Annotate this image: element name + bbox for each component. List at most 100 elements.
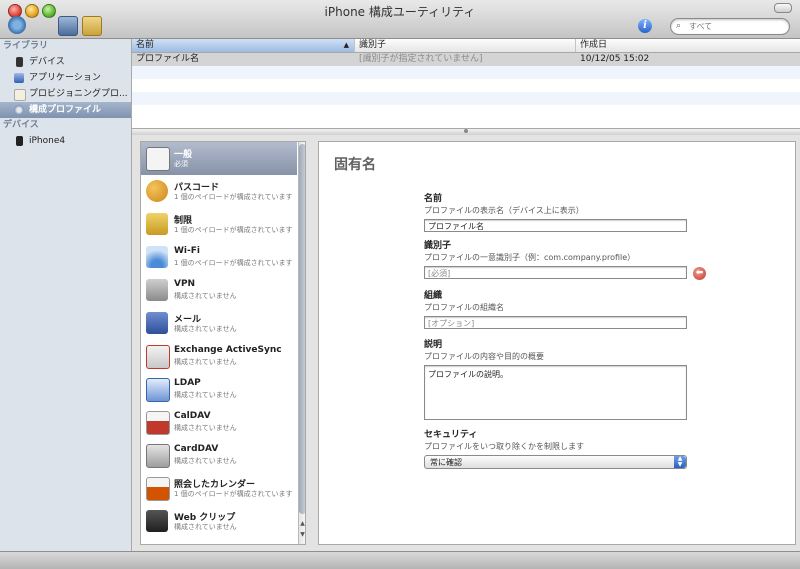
empty-row [132,66,800,79]
field-label: 組織 [424,291,443,301]
payload-item-general[interactable]: 一般 必須 [141,142,297,175]
payload-item-mail[interactable]: メール 構成されていません [141,307,297,340]
sidebar-item-devices[interactable]: デバイス [0,54,131,70]
exchange-icon [146,345,170,369]
payload-title: Wi-Fi [174,246,200,256]
scroll-up-arrow-icon[interactable]: ▲ [299,520,305,530]
search-input[interactable] [689,20,784,32]
library-header: ライブラリ [3,41,49,51]
payload-status: 1 個のペイロードが構成されています [174,490,293,498]
caldav-icon [146,411,170,435]
field-label: 説明 [424,340,443,350]
empty-row [132,105,800,118]
payload-item-exchange[interactable]: Exchange ActiveSync 構成されていません [141,340,297,373]
mail-icon [146,312,168,334]
device-icon [16,57,23,67]
search-icon: ⌕ [676,21,682,31]
payload-list-scrollbar[interactable]: ▲ ▼ [298,142,305,544]
select-value: 常に確認 [430,458,462,467]
payload-title: LDAP [174,378,201,388]
empty-row [132,79,800,92]
name-input[interactable]: プロファイル名 [424,219,687,232]
payload-status: 構成されていません [174,457,237,465]
source-list: ライブラリ デバイス アプリケーション プロビジョニングプロ... 構成プロファ… [0,39,132,551]
empty-row [132,92,800,105]
column-header-name[interactable]: 名前 ▲ [132,39,355,52]
toolbar-toggle-button[interactable] [774,3,792,13]
sort-ascending-icon: ▲ [343,41,349,49]
payload-status: 構成されていません [174,523,237,531]
application-icon[interactable] [58,16,78,36]
field-description: プロファイルをいつ取り除くかを制限します [424,442,584,451]
payload-item-restrictions[interactable]: 制限 1 個のペイロードが構成されています [141,208,297,241]
iphone-icon [16,136,23,146]
vpn-icon [146,279,168,301]
payload-item-vpn[interactable]: VPN 構成されていません [141,274,297,307]
scrollbar-thumb[interactable] [299,144,305,514]
profile-editor: 一般 必須 パスコード 1 個のペイロードが構成されています 制限 1 個のペイ… [132,135,800,551]
payload-title: CardDAV [174,444,219,454]
gear-icon[interactable] [8,16,26,34]
sidebar-item-label: デバイス [29,57,65,67]
app-window: iPhone 構成ユーティリティ i ⌕ ライブラリ デバイス アプリケーション… [0,0,800,569]
field-description: プロファイルの組織名 [424,303,504,312]
lock-icon [146,213,168,235]
field-description: プロファイルの一意識別子（例：com.company.profile） [424,253,636,262]
field-label: セキュリティ [424,430,478,440]
section-title: 固有名 [334,157,376,173]
payload-item-ldap[interactable]: LDAP 構成されていません [141,373,297,406]
bottom-bar [0,551,800,569]
payload-list: 一般 必須 パスコード 1 個のペイロードが構成されています 制限 1 個のペイ… [140,141,306,545]
scroll-down-arrow-icon[interactable]: ▼ [299,531,305,541]
column-label: 名前 [136,40,155,50]
sidebar-item-iphone4[interactable]: iPhone4 [0,133,131,149]
identifier-input[interactable]: [必須] [424,266,687,279]
profiles-table: 名前 ▲ 識別子 作成日 プロファイル名 [識別子が指定されていません] 10/… [132,39,800,128]
provisioning-icon[interactable] [82,16,102,36]
sidebar-item-label: 構成プロファイル [29,105,102,115]
webclip-icon [146,510,168,532]
cell-created: 10/12/05 15:02 [580,54,650,64]
organization-input[interactable]: [オプション] [424,316,687,329]
info-icon[interactable]: i [638,19,652,33]
payload-status: 構成されていません [174,358,237,366]
field-label: 識別子 [424,241,452,251]
payload-item-caldav[interactable]: CalDAV 構成されていません [141,406,297,439]
table-body: プロファイル名 [識別子が指定されていません] 10/12/05 15:02 [132,53,800,118]
payload-title: Exchange ActiveSync [174,345,282,355]
sidebar-item-applications[interactable]: アプリケーション [0,70,131,86]
cell-identifier: [識別子が指定されていません] [359,54,483,64]
payload-title: CalDAV [174,411,211,421]
payload-status: 1 個のペイロードが構成されています [174,226,293,234]
security-select[interactable]: 常に確認 ▲ ▼ [424,455,687,469]
payload-status: 必須 [174,160,188,168]
provisioning-icon [14,89,26,101]
payload-item-wifi[interactable]: Wi-Fi 1 個のペイロードが構成されています [141,241,297,274]
general-icon [146,147,170,171]
payload-item-subscribed-calendars[interactable]: 照会したカレンダー 1 個のペイロードが構成されています [141,472,297,505]
devices-header: デバイス [3,120,39,130]
payload-status: 構成されていません [174,325,237,333]
identifier-field-group: 識別子 プロファイルの一意識別子（例：com.company.profile） … [424,240,689,279]
column-header-identifier[interactable]: 識別子 [355,39,576,52]
search-field[interactable]: ⌕ [670,18,790,35]
payload-item-carddav[interactable]: CardDAV 構成されていません [141,439,297,472]
key-icon [146,180,168,202]
description-textarea[interactable]: プロファイルの説明。 [424,365,687,420]
sidebar-item-configuration-profiles[interactable]: 構成プロファイル [0,102,131,118]
table-header: 名前 ▲ 識別子 作成日 [132,39,800,53]
column-header-created[interactable]: 作成日 [576,39,800,52]
payload-item-webclip[interactable]: Web クリップ 構成されていません [141,505,297,538]
description-field-group: 説明 プロファイルの内容や目的の概要 プロファイルの説明。 [424,339,689,420]
required-warning-icon: ⬅ [693,267,706,280]
payload-item-passcode[interactable]: パスコード 1 個のペイロードが構成されています [141,175,297,208]
divider-handle-icon [464,129,468,133]
cell-name: プロファイル名 [136,54,200,64]
payload-status: 構成されていません [174,391,237,399]
name-field-group: 名前 プロファイルの表示名（デバイス上に表示） プロファイル名 [424,193,689,232]
sidebar-item-label: アプリケーション [29,73,101,83]
organization-field-group: 組織 プロファイルの組織名 [オプション] [424,290,689,329]
sidebar-item-label: プロビジョニングプロ... [29,89,128,99]
sidebar-item-provisioning[interactable]: プロビジョニングプロ... [0,86,131,102]
table-row[interactable]: プロファイル名 [識別子が指定されていません] 10/12/05 15:02 [132,53,800,66]
